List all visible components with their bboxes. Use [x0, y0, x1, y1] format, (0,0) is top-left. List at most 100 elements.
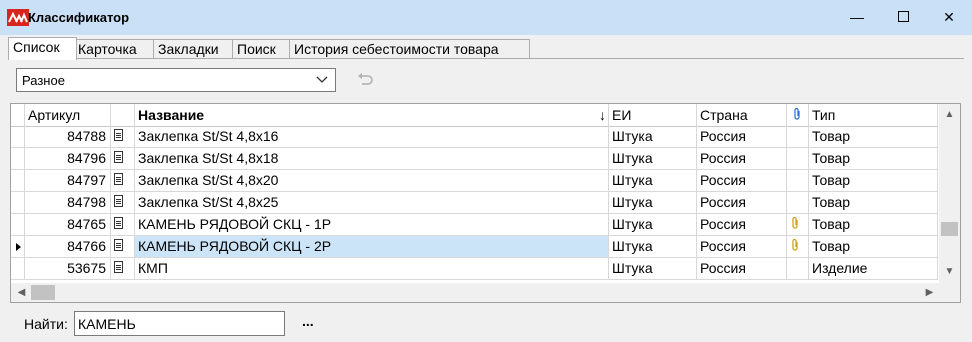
document-icon [114, 239, 123, 251]
cell-country: Россия [697, 214, 787, 235]
header-unit[interactable]: ЕИ [609, 104, 697, 126]
cell-attachment [787, 126, 809, 147]
header-type[interactable]: Тип [809, 104, 938, 126]
close-button[interactable]: ✕ [926, 0, 972, 35]
maximize-button[interactable] [880, 0, 926, 35]
row-indicator [11, 170, 25, 191]
cell-unit: Штука [609, 236, 697, 257]
cell-doc [111, 126, 135, 147]
cell-attachment[interactable] [787, 236, 809, 257]
cell-article: 53675 [25, 258, 111, 279]
cell-unit: Штука [609, 126, 697, 147]
horizontal-scroll-thumb[interactable] [31, 285, 55, 300]
row-indicator [11, 148, 25, 169]
header-doc-column[interactable] [111, 104, 135, 126]
cell-doc [111, 170, 135, 191]
paperclip-icon [792, 238, 798, 251]
cell-country: Россия [697, 170, 787, 191]
table-row[interactable]: 84788 Заклепка St/St 4,8x16 Штука Россия… [11, 126, 938, 148]
cell-name: КМП [135, 258, 609, 279]
paperclip-icon [794, 107, 800, 120]
cell-article: 84765 [25, 214, 111, 235]
close-icon: ✕ [943, 9, 955, 25]
cell-attachment [787, 170, 809, 191]
header-name[interactable]: Название ↓ [135, 104, 609, 126]
header-country[interactable]: Страна [697, 104, 787, 126]
cell-unit: Штука [609, 170, 697, 191]
cell-doc [111, 258, 135, 279]
scroll-left-icon[interactable]: ◀ [13, 283, 30, 302]
tab-cost-history[interactable]: История себестоимости товара [289, 39, 530, 59]
table-row-selected[interactable]: 84766 КАМЕНЬ РЯДОВОЙ СКЦ - 2Р Штука Росс… [11, 236, 938, 258]
paperclip-icon [792, 216, 798, 229]
tab-card[interactable]: Карточка [73, 39, 155, 59]
cell-country: Россия [697, 126, 787, 147]
document-icon [114, 173, 123, 185]
cell-doc [111, 214, 135, 235]
undo-icon[interactable] [356, 71, 374, 87]
table-row[interactable]: 84797 Заклепка St/St 4,8x20 Штука Россия… [11, 170, 938, 192]
tab-search[interactable]: Поиск [232, 39, 291, 59]
header-article[interactable]: Артикул [25, 104, 111, 126]
scroll-down-icon[interactable]: ▼ [939, 263, 960, 280]
cell-article: 84788 [25, 126, 111, 147]
maximize-icon [897, 11, 909, 23]
find-input[interactable] [74, 311, 285, 336]
row-indicator [11, 192, 25, 213]
cell-type: Товар [809, 214, 938, 235]
document-icon [114, 195, 123, 207]
tab-bookmarks[interactable]: Закладки [153, 39, 234, 59]
horizontal-scrollbar[interactable]: ◀ ▶ [11, 283, 960, 302]
cell-unit: Штука [609, 148, 697, 169]
table-row[interactable]: 84798 Заклепка St/St 4,8x25 Штука Россия… [11, 192, 938, 214]
cell-article: 84766 [25, 236, 111, 257]
cell-attachment [787, 148, 809, 169]
tab-list[interactable]: Список [8, 37, 77, 60]
document-icon [114, 261, 123, 273]
cell-type: Товар [809, 192, 938, 213]
scroll-up-icon[interactable]: ▲ [939, 106, 960, 123]
cell-name: Заклепка St/St 4,8x18 [135, 148, 609, 169]
minimize-icon: — [850, 9, 864, 25]
cell-doc [111, 148, 135, 169]
row-indicator [11, 236, 25, 257]
current-row-pointer-icon [16, 243, 21, 251]
cell-country: Россия [697, 236, 787, 257]
cell-attachment[interactable] [787, 214, 809, 235]
document-icon [114, 129, 123, 141]
vertical-scroll-thumb[interactable] [941, 222, 958, 236]
find-options-button[interactable]: ... [302, 313, 314, 329]
cell-unit: Штука [609, 192, 697, 213]
category-select-value: Разное [22, 73, 65, 88]
row-indicator [11, 214, 25, 235]
cell-name: КАМЕНЬ РЯДОВОЙ СКЦ - 2Р [135, 236, 609, 257]
cell-name: Заклепка St/St 4,8x20 [135, 170, 609, 191]
app-logo-icon [7, 9, 29, 26]
cell-name: КАМЕНЬ РЯДОВОЙ СКЦ - 1Р [135, 214, 609, 235]
cell-article: 84797 [25, 170, 111, 191]
row-indicator [11, 126, 25, 147]
cell-doc [111, 192, 135, 213]
minimize-button[interactable]: — [834, 0, 880, 35]
cell-type: Товар [809, 236, 938, 257]
scroll-right-icon[interactable]: ▶ [921, 283, 938, 302]
vertical-scrollbar[interactable]: ▲ ▼ [939, 104, 960, 283]
cell-attachment [787, 258, 809, 279]
table-row[interactable]: 53675 КМП Штука Россия Изделие [11, 258, 938, 280]
find-label: Найти: [24, 316, 68, 332]
items-grid: Артикул Название ↓ ЕИ Страна Тип 84788 З… [10, 103, 961, 303]
document-icon [114, 217, 123, 229]
cell-attachment [787, 192, 809, 213]
cell-type: Товар [809, 148, 938, 169]
header-attachment[interactable] [787, 104, 809, 126]
header-indicator-cell [11, 104, 25, 126]
row-indicator [11, 258, 25, 279]
table-row[interactable]: 84765 КАМЕНЬ РЯДОВОЙ СКЦ - 1Р Штука Росс… [11, 214, 938, 236]
category-select[interactable]: Разное [16, 68, 336, 92]
table-row[interactable]: 84796 Заклепка St/St 4,8x18 Штука Россия… [11, 148, 938, 170]
window-title: Классификатор [28, 10, 130, 25]
title-bar: Классификатор — ✕ [0, 0, 972, 35]
cell-unit: Штука [609, 214, 697, 235]
sort-desc-icon: ↓ [599, 107, 606, 123]
cell-type: Товар [809, 170, 938, 191]
